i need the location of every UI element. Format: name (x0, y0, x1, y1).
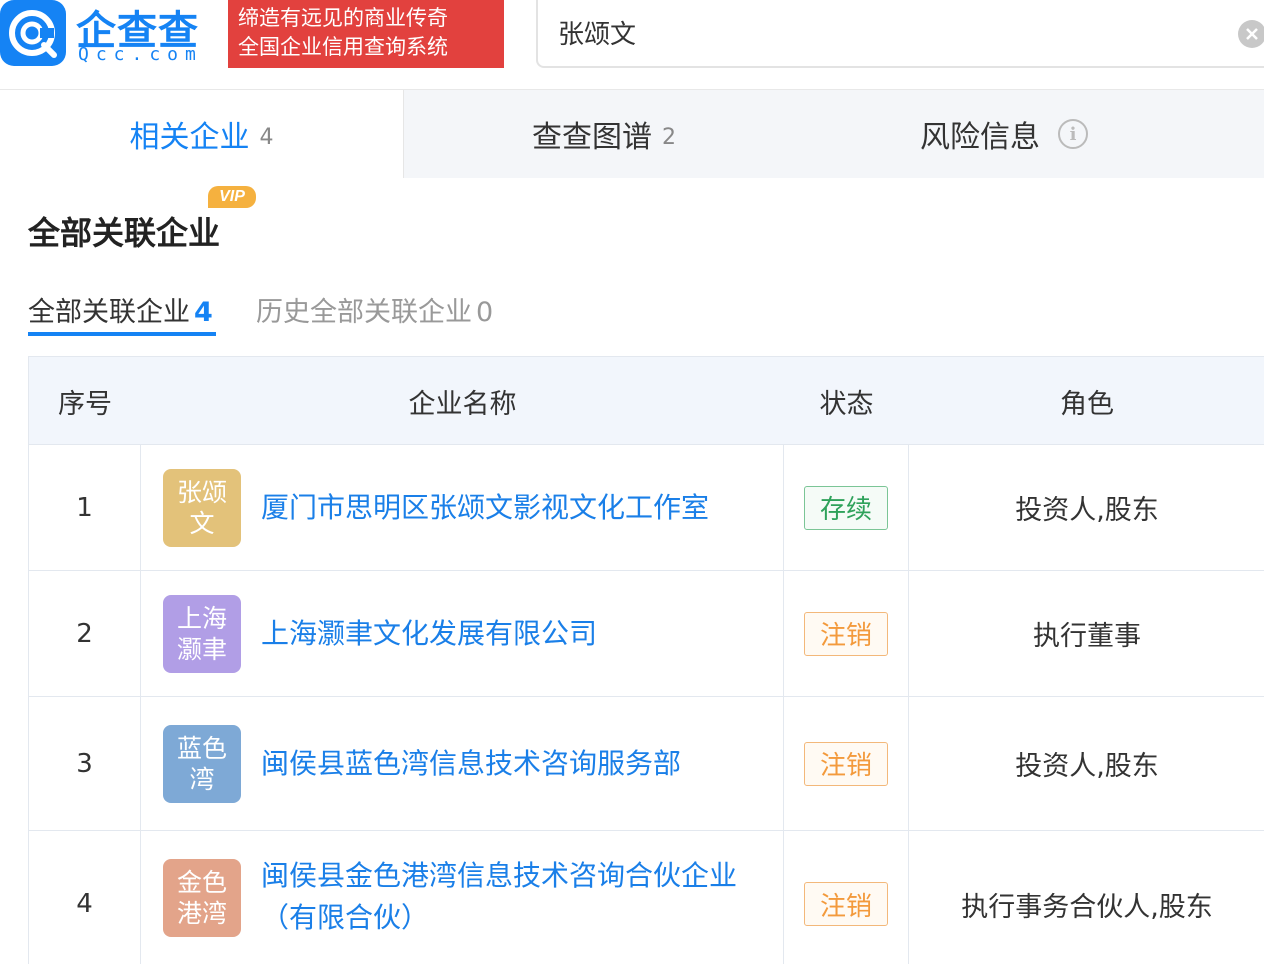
qcc-logo[interactable]: 企查查 Qcc.com (76, 0, 226, 66)
company-name-suffix: （有限合伙） (261, 901, 430, 934)
tab-risk-info[interactable]: 风险信息 i (804, 90, 1204, 178)
avatar-text: 湾 (189, 765, 215, 794)
status-cell: 注销 (784, 571, 909, 696)
role-cell: 投资人,股东 (1015, 751, 1159, 782)
avatar-text: 港湾 (176, 899, 227, 928)
company-cell: 上海 灏聿 上海灏聿文化发展有限公司 (141, 571, 784, 696)
tab-count: 2 (662, 124, 676, 150)
avatar-text: 上海 (176, 604, 227, 633)
company-name-link[interactable]: 闽侯县蓝色湾信息技术咨询服务部 (261, 743, 761, 785)
company-name-link[interactable]: 闽侯县金色港湾信息技术咨询合伙企业 （有限合伙） (261, 855, 761, 939)
column-header-status: 状态 (819, 388, 874, 420)
company-avatar: 金色 港湾 (163, 859, 241, 937)
search-input[interactable] (558, 14, 1218, 50)
slogan-line-2: 全国企业信用查询系统 (238, 35, 448, 59)
section-title: 全部关联企业 (28, 214, 221, 252)
row-index: 4 (29, 831, 141, 964)
result-tabs: 相关企业 4 查查图谱 2 风险信息 i (0, 90, 1264, 178)
avatar-text: 蓝色 (176, 734, 227, 763)
role-cell: 执行事务合伙人,股东 (961, 891, 1213, 923)
company-name: 厦门市思明区张颂文影视文化工作室 (261, 491, 710, 524)
role-cell: 执行董事 (1033, 621, 1141, 652)
company-name: 上海灏聿文化发展有限公司 (261, 617, 598, 650)
status-cell: 注销 (784, 831, 909, 964)
column-header-company-name: 企业名称 (408, 388, 517, 420)
company-avatar: 张颂 文 (163, 469, 241, 547)
avatar-text: 张颂 (176, 478, 227, 507)
table-row: 3 蓝色 湾 闽侯县蓝色湾信息技术咨询服务部 注销 投资人,股东 (29, 697, 1264, 831)
subtab-label: 全部关联企业 (28, 297, 190, 328)
column-header-index: 序号 (58, 388, 112, 420)
table-header: 序号 企业名称 状态 角色 (29, 357, 1264, 445)
table-row: 4 金色 港湾 闽侯县金色港湾信息技术咨询合伙企业 （有限合伙） 注销 执行事务… (29, 831, 1264, 964)
company-name-link[interactable]: 厦门市思明区张颂文影视文化工作室 (261, 487, 761, 529)
company-cell: 金色 港湾 闽侯县金色港湾信息技术咨询合伙企业 （有限合伙） (141, 831, 784, 964)
subtab-label: 历史全部关联企业 (256, 297, 472, 328)
status-badge: 注销 (804, 611, 888, 656)
company-cell: 张颂 文 厦门市思明区张颂文影视文化工作室 (141, 445, 784, 570)
company-avatar: 上海 灏聿 (163, 595, 241, 673)
slogan-line-1: 缔造有远见的商业传奇 (238, 6, 448, 30)
status-cell: 存续 (784, 445, 909, 570)
row-index: 2 (29, 571, 141, 696)
subtab-count: 0 (476, 297, 494, 328)
avatar-text: 灏聿 (176, 635, 227, 664)
status-badge: 注销 (804, 882, 888, 926)
active-subtab-underline (28, 332, 216, 336)
avatar-text: 金色 (176, 868, 227, 897)
company-cell: 蓝色 湾 闽侯县蓝色湾信息技术咨询服务部 (141, 697, 784, 830)
tab-label: 风险信息 (920, 120, 1040, 155)
subtab-history-related[interactable]: 历史全部关联企业 0 (256, 290, 493, 329)
company-name: 闽侯县蓝色湾信息技术咨询服务部 (261, 747, 682, 780)
subtab-count: 4 (194, 297, 213, 328)
vip-badge: VIP (208, 186, 256, 208)
info-icon[interactable]: i (1058, 119, 1088, 149)
avatar-text: 文 (189, 509, 215, 538)
tab-label: 查查图谱 (532, 120, 652, 155)
table-row: 1 张颂 文 厦门市思明区张颂文影视文化工作室 存续 投资人,股东 (29, 445, 1264, 571)
search-box (536, 0, 1264, 68)
related-companies-table: 序号 企业名称 状态 角色 1 张颂 文 厦门市思明区张颂文影视文化工作室 存续… (28, 356, 1264, 964)
tab-count: 4 (259, 124, 274, 150)
status-badge: 存续 (804, 485, 888, 530)
qcc-logo-icon[interactable] (0, 0, 66, 66)
slogan-banner: 缔造有远见的商业传奇 全国企业信用查询系统 (228, 0, 504, 68)
status-badge: 注销 (804, 741, 888, 786)
column-header-role: 角色 (1060, 388, 1114, 420)
company-name: 闽侯县金色港湾信息技术咨询合伙企业 (261, 859, 738, 892)
status-cell: 注销 (784, 697, 909, 830)
top-header: 企查查 Qcc.com 缔造有远见的商业传奇 全国企业信用查询系统 (0, 0, 1264, 90)
tab-related-companies[interactable]: 相关企业 4 (0, 90, 404, 178)
clear-search-icon[interactable] (1238, 20, 1264, 48)
tab-label: 相关企业 (129, 120, 250, 155)
role-cell: 投资人,股东 (1015, 495, 1159, 526)
row-index: 3 (29, 697, 141, 830)
row-index: 1 (29, 445, 141, 570)
logo-english: Qcc.com (78, 44, 203, 65)
company-avatar: 蓝色 湾 (163, 725, 241, 803)
tab-relationship-graph[interactable]: 查查图谱 2 (404, 90, 804, 178)
subtab-all-related[interactable]: 全部关联企业 4 (28, 290, 213, 329)
company-name-link[interactable]: 上海灏聿文化发展有限公司 (261, 613, 761, 655)
table-row: 2 上海 灏聿 上海灏聿文化发展有限公司 注销 执行董事 (29, 571, 1264, 697)
